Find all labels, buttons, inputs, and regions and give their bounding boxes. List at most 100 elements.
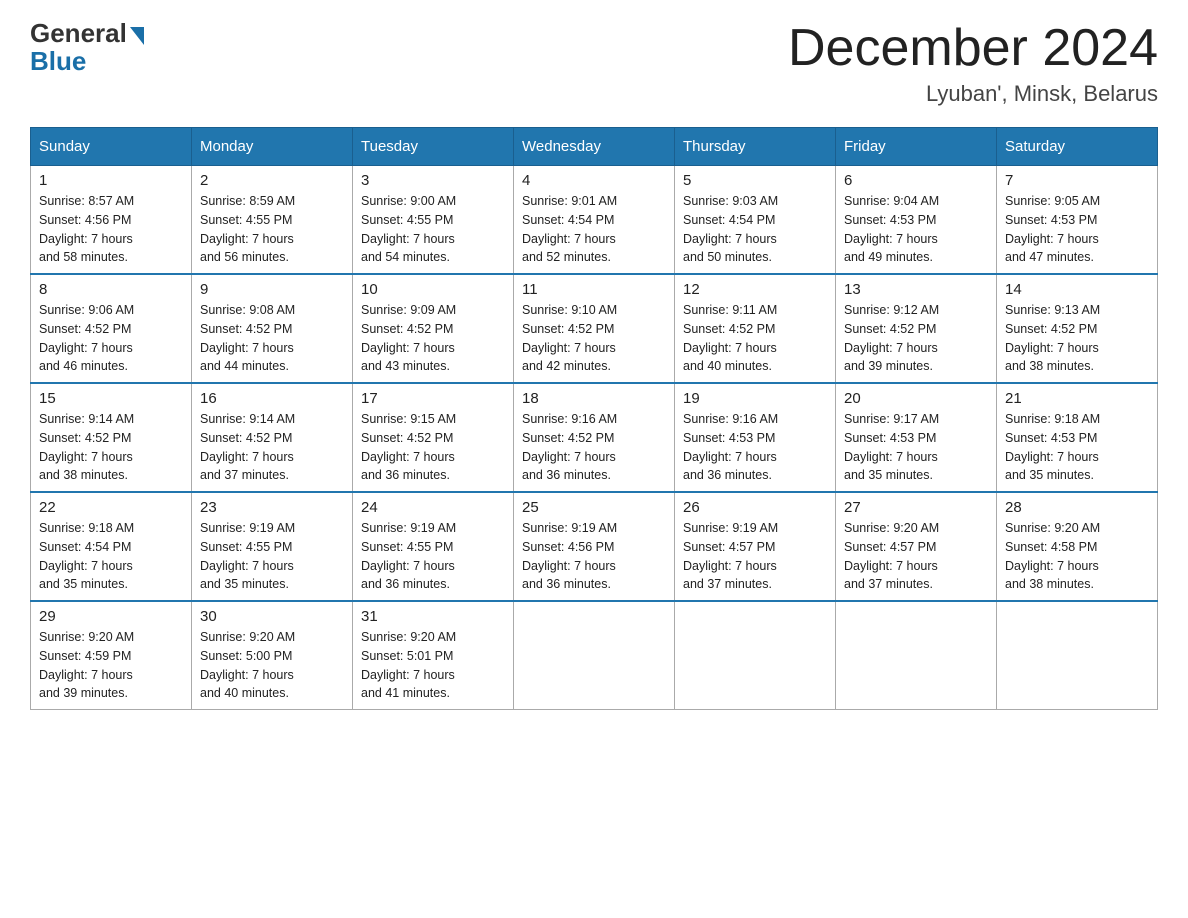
calendar-week-row: 15 Sunrise: 9:14 AM Sunset: 4:52 PM Dayli… <box>31 383 1158 492</box>
calendar-cell: 31Sunrise: 9:20 AM Sunset: 5:01 PM Dayli… <box>353 601 514 710</box>
day-number: 16 <box>200 390 344 407</box>
day-info: Sunrise: 9:09 AM Sunset: 4:52 PM Dayligh… <box>361 301 505 376</box>
day-info: Sunrise: 9:17 AM Sunset: 4:53 PM Dayligh… <box>844 410 988 485</box>
day-number: 19 <box>683 390 827 407</box>
day-info: Sunrise: 9:20 AM Sunset: 4:58 PM Dayligh… <box>1005 519 1149 594</box>
day-info: Sunrise: 8:59 AM Sunset: 4:55 PM Dayligh… <box>200 192 344 267</box>
weekday-header-saturday: Saturday <box>997 128 1158 166</box>
day-info: Sunrise: 9:01 AM Sunset: 4:54 PM Dayligh… <box>522 192 666 267</box>
calendar-week-row: 29 Sunrise: 9:20 AM Sunset: 4:59 PM Dayli… <box>31 601 1158 710</box>
weekday-header-wednesday: Wednesday <box>514 128 675 166</box>
month-title: December 2024 <box>788 20 1158 77</box>
day-info: Sunrise: 9:12 AM Sunset: 4:52 PM Dayligh… <box>844 301 988 376</box>
calendar-cell: 12 Sunrise: 9:11 AM Sunset: 4:52 PM Dayli… <box>675 274 836 383</box>
calendar-cell: 22 Sunrise: 9:18 AM Sunset: 4:54 PM Dayli… <box>31 492 192 601</box>
location-title: Lyuban', Minsk, Belarus <box>788 81 1158 107</box>
calendar-cell: 11Sunrise: 9:10 AM Sunset: 4:52 PM Dayli… <box>514 274 675 383</box>
calendar-cell <box>836 601 997 710</box>
calendar-cell: 4 Sunrise: 9:01 AM Sunset: 4:54 PM Daylig… <box>514 166 675 275</box>
day-number: 25 <box>522 499 666 516</box>
calendar-week-row: 8 Sunrise: 9:06 AM Sunset: 4:52 PM Daylig… <box>31 274 1158 383</box>
calendar-cell: 6 Sunrise: 9:04 AM Sunset: 4:53 PM Daylig… <box>836 166 997 275</box>
day-info: Sunrise: 9:00 AM Sunset: 4:55 PM Dayligh… <box>361 192 505 267</box>
calendar-cell: 13 Sunrise: 9:12 AM Sunset: 4:52 PM Dayli… <box>836 274 997 383</box>
day-info: Sunrise: 9:19 AM Sunset: 4:57 PM Dayligh… <box>683 519 827 594</box>
day-number: 22 <box>39 499 183 516</box>
weekday-header-thursday: Thursday <box>675 128 836 166</box>
day-number: 26 <box>683 499 827 516</box>
day-number: 13 <box>844 281 988 298</box>
day-info: Sunrise: 9:16 AM Sunset: 4:52 PM Dayligh… <box>522 410 666 485</box>
day-info: Sunrise: 9:18 AM Sunset: 4:54 PM Dayligh… <box>39 519 183 594</box>
day-number: 27 <box>844 499 988 516</box>
day-number: 28 <box>1005 499 1149 516</box>
day-info: Sunrise: 9:11 AM Sunset: 4:52 PM Dayligh… <box>683 301 827 376</box>
calendar-cell: 1 Sunrise: 8:57 AM Sunset: 4:56 PM Daylig… <box>31 166 192 275</box>
calendar-cell: 21 Sunrise: 9:18 AM Sunset: 4:53 PM Dayli… <box>997 383 1158 492</box>
day-info: Sunrise: 9:08 AM Sunset: 4:52 PM Dayligh… <box>200 301 344 376</box>
logo-general-text: General <box>30 20 127 46</box>
day-number: 5 <box>683 172 827 189</box>
day-number: 2 <box>200 172 344 189</box>
day-info: Sunrise: 9:20 AM Sunset: 5:00 PM Dayligh… <box>200 628 344 703</box>
day-info: Sunrise: 9:05 AM Sunset: 4:53 PM Dayligh… <box>1005 192 1149 267</box>
day-info: Sunrise: 9:15 AM Sunset: 4:52 PM Dayligh… <box>361 410 505 485</box>
day-number: 21 <box>1005 390 1149 407</box>
calendar-cell: 8 Sunrise: 9:06 AM Sunset: 4:52 PM Daylig… <box>31 274 192 383</box>
calendar-cell <box>514 601 675 710</box>
day-number: 12 <box>683 281 827 298</box>
weekday-header-monday: Monday <box>192 128 353 166</box>
day-number: 24 <box>361 499 505 516</box>
day-number: 15 <box>39 390 183 407</box>
day-info: Sunrise: 9:18 AM Sunset: 4:53 PM Dayligh… <box>1005 410 1149 485</box>
calendar-week-row: 1 Sunrise: 8:57 AM Sunset: 4:56 PM Daylig… <box>31 166 1158 275</box>
day-number: 6 <box>844 172 988 189</box>
day-info: Sunrise: 9:19 AM Sunset: 4:55 PM Dayligh… <box>361 519 505 594</box>
calendar-cell <box>997 601 1158 710</box>
day-info: Sunrise: 9:20 AM Sunset: 5:01 PM Dayligh… <box>361 628 505 703</box>
logo: General Blue <box>30 20 144 74</box>
title-block: December 2024 Lyuban', Minsk, Belarus <box>788 20 1158 107</box>
day-info: Sunrise: 9:06 AM Sunset: 4:52 PM Dayligh… <box>39 301 183 376</box>
calendar-cell: 27 Sunrise: 9:20 AM Sunset: 4:57 PM Dayli… <box>836 492 997 601</box>
weekday-header-friday: Friday <box>836 128 997 166</box>
weekday-header-sunday: Sunday <box>31 128 192 166</box>
calendar-cell: 26 Sunrise: 9:19 AM Sunset: 4:57 PM Dayli… <box>675 492 836 601</box>
calendar-cell <box>675 601 836 710</box>
day-info: Sunrise: 9:13 AM Sunset: 4:52 PM Dayligh… <box>1005 301 1149 376</box>
weekday-header-tuesday: Tuesday <box>353 128 514 166</box>
day-info: Sunrise: 9:14 AM Sunset: 4:52 PM Dayligh… <box>200 410 344 485</box>
day-number: 1 <box>39 172 183 189</box>
calendar-header-row: SundayMondayTuesdayWednesdayThursdayFrid… <box>31 128 1158 166</box>
day-number: 11 <box>522 281 666 298</box>
calendar-cell: 30 Sunrise: 9:20 AM Sunset: 5:00 PM Dayli… <box>192 601 353 710</box>
day-info: Sunrise: 9:03 AM Sunset: 4:54 PM Dayligh… <box>683 192 827 267</box>
day-info: Sunrise: 8:57 AM Sunset: 4:56 PM Dayligh… <box>39 192 183 267</box>
page-header: General Blue December 2024 Lyuban', Mins… <box>30 20 1158 107</box>
calendar-cell: 3Sunrise: 9:00 AM Sunset: 4:55 PM Daylig… <box>353 166 514 275</box>
calendar-cell: 14Sunrise: 9:13 AM Sunset: 4:52 PM Dayli… <box>997 274 1158 383</box>
day-number: 30 <box>200 608 344 625</box>
calendar-cell: 24 Sunrise: 9:19 AM Sunset: 4:55 PM Dayli… <box>353 492 514 601</box>
day-info: Sunrise: 9:20 AM Sunset: 4:57 PM Dayligh… <box>844 519 988 594</box>
calendar-cell: 17Sunrise: 9:15 AM Sunset: 4:52 PM Dayli… <box>353 383 514 492</box>
day-number: 23 <box>200 499 344 516</box>
day-info: Sunrise: 9:04 AM Sunset: 4:53 PM Dayligh… <box>844 192 988 267</box>
calendar-cell: 20 Sunrise: 9:17 AM Sunset: 4:53 PM Dayli… <box>836 383 997 492</box>
calendar-cell: 18 Sunrise: 9:16 AM Sunset: 4:52 PM Dayli… <box>514 383 675 492</box>
day-number: 8 <box>39 281 183 298</box>
day-info: Sunrise: 9:14 AM Sunset: 4:52 PM Dayligh… <box>39 410 183 485</box>
day-number: 20 <box>844 390 988 407</box>
day-info: Sunrise: 9:16 AM Sunset: 4:53 PM Dayligh… <box>683 410 827 485</box>
calendar-cell: 10Sunrise: 9:09 AM Sunset: 4:52 PM Dayli… <box>353 274 514 383</box>
day-number: 4 <box>522 172 666 189</box>
day-info: Sunrise: 9:19 AM Sunset: 4:55 PM Dayligh… <box>200 519 344 594</box>
day-number: 18 <box>522 390 666 407</box>
day-number: 29 <box>39 608 183 625</box>
calendar-cell: 25Sunrise: 9:19 AM Sunset: 4:56 PM Dayli… <box>514 492 675 601</box>
logo-blue-text: Blue <box>30 48 86 74</box>
calendar-week-row: 22 Sunrise: 9:18 AM Sunset: 4:54 PM Dayli… <box>31 492 1158 601</box>
calendar-cell: 23 Sunrise: 9:19 AM Sunset: 4:55 PM Dayli… <box>192 492 353 601</box>
day-info: Sunrise: 9:20 AM Sunset: 4:59 PM Dayligh… <box>39 628 183 703</box>
calendar-cell: 28 Sunrise: 9:20 AM Sunset: 4:58 PM Dayli… <box>997 492 1158 601</box>
